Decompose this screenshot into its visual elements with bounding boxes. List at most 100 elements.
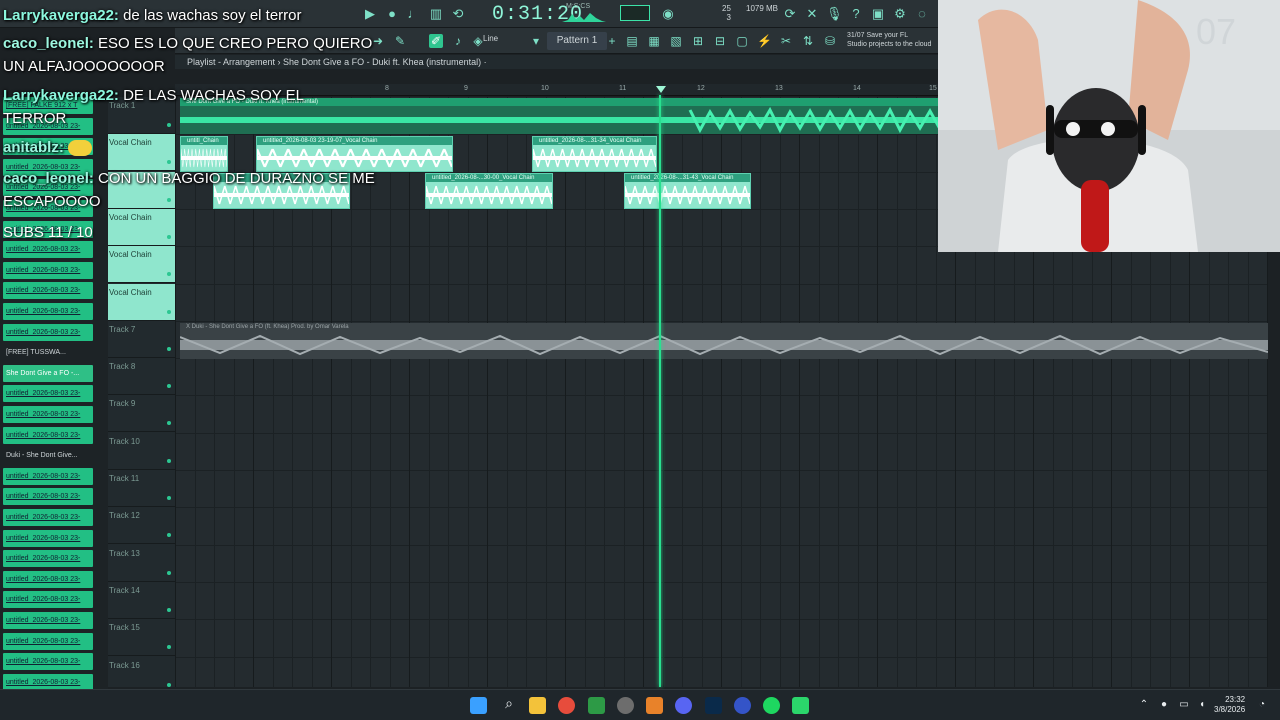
- browser-item[interactable]: untitled_2026-08-03 23-: [3, 529, 93, 547]
- refresh-icon[interactable]: ⟳: [782, 6, 798, 22]
- close-icon[interactable]: ✕: [804, 6, 820, 22]
- track-header[interactable]: Track 13: [108, 545, 175, 582]
- plugin-icon[interactable]: ⚙: [892, 6, 908, 22]
- browser-item[interactable]: untitled_2026-08-03 23-: [3, 632, 93, 650]
- bell-icon[interactable]: ♪: [451, 34, 465, 48]
- add-icon[interactable]: +: [605, 34, 619, 48]
- obs-icon[interactable]: [617, 697, 634, 714]
- help-icon[interactable]: ?: [848, 6, 864, 22]
- browser-item[interactable]: untitled_2026-08-03 23-: [3, 426, 93, 444]
- track-indicator-icon[interactable]: [167, 570, 171, 575]
- browser-item[interactable]: untitled_2026-08-03 23-: [3, 509, 93, 526]
- browser-item[interactable]: Duki - She Dont Give...: [3, 447, 93, 464]
- record-icon[interactable]: ●: [384, 6, 400, 22]
- track-header[interactable]: Track 16: [108, 657, 175, 694]
- track-indicator-icon[interactable]: [167, 458, 171, 463]
- track-indicator-icon[interactable]: [167, 645, 171, 650]
- minecraft-icon[interactable]: [588, 697, 605, 714]
- arrange-icon[interactable]: ⇅: [801, 34, 815, 48]
- file-explorer-icon[interactable]: [529, 697, 546, 714]
- track-indicator-icon[interactable]: [167, 384, 171, 389]
- track-header[interactable]: Vocal Chain: [108, 208, 175, 246]
- track-header[interactable]: Vocal Chain: [108, 246, 175, 284]
- track-header[interactable]: Track 7: [108, 321, 175, 358]
- track-indicator-icon[interactable]: [167, 682, 171, 687]
- track-indicator-icon[interactable]: [167, 496, 171, 500]
- browser-item[interactable]: untitled_2026-08-03 23-: [3, 406, 93, 423]
- chevron-up-icon[interactable]: ⌃: [1138, 699, 1150, 711]
- track-indicator-icon[interactable]: [167, 272, 171, 277]
- discord-icon[interactable]: [675, 697, 692, 714]
- track-header[interactable]: Track 9: [108, 395, 175, 433]
- volume-icon[interactable]: ◖: [1196, 699, 1208, 711]
- cart-icon[interactable]: ⛁: [823, 34, 837, 48]
- browser-item[interactable]: untitled_2026-08-03 23-: [3, 488, 93, 506]
- vocal-clip[interactable]: untitled_2026-08-...31-43_Vocal Chain: [624, 173, 751, 209]
- mixer-icon[interactable]: ▥: [428, 6, 444, 22]
- play-icon[interactable]: ▶: [362, 6, 378, 22]
- v-app-icon[interactable]: [734, 697, 751, 714]
- tools-icon[interactable]: ✂: [779, 34, 793, 48]
- kick-icon[interactable]: [792, 697, 809, 714]
- track-indicator-icon[interactable]: [167, 309, 171, 314]
- track-header[interactable]: Track 10: [108, 433, 175, 470]
- reference-clip[interactable]: X Duki - She Dont Give a FO (ft. Khea) P…: [180, 323, 1268, 359]
- browser-item[interactable]: untitled_2026-08-03 23-: [3, 591, 93, 609]
- browser-item[interactable]: untitled_2026-08-03 23-: [3, 550, 93, 568]
- browser-item[interactable]: untitled_2026-08-03 23-: [3, 612, 93, 629]
- browser-item[interactable]: untitled_2026-08-03 23-: [3, 303, 93, 320]
- snap-select[interactable]: Line: [483, 34, 498, 43]
- channel-rack-icon[interactable]: ▦: [647, 34, 661, 48]
- browser-item[interactable]: untitled_2026-08-03 23-: [3, 385, 93, 403]
- browser-item[interactable]: untitled_2026-08-03 23-: [3, 323, 93, 341]
- paint-icon[interactable]: ✐: [429, 34, 443, 48]
- chevron-down-icon[interactable]: ▾: [529, 34, 543, 48]
- browser-item[interactable]: untitled_2026-08-03 23-: [3, 653, 93, 671]
- browser-item[interactable]: untitled_2026-08-03 23-: [3, 261, 93, 279]
- mixer2-icon[interactable]: ⊞: [691, 34, 705, 48]
- save-icon[interactable]: ▣: [870, 6, 886, 22]
- track-header[interactable]: Track 8: [108, 358, 175, 396]
- mic-icon[interactable]: 🎙: [826, 6, 843, 22]
- save-hint[interactable]: 31/07 Save your FL Studio projects to th…: [847, 31, 931, 49]
- playlist-icon[interactable]: ▤: [625, 34, 639, 48]
- windows-start-icon[interactable]: [470, 697, 487, 714]
- metronome-icon[interactable]: ♩: [406, 6, 422, 22]
- track-header[interactable]: Track 15: [108, 619, 175, 657]
- track-header[interactable]: Track 14: [108, 582, 175, 619]
- system-clock[interactable]: 23:32 3/8/2026: [1214, 695, 1245, 715]
- track-indicator-icon[interactable]: [167, 421, 171, 426]
- mic-tray-icon[interactable]: ●: [1158, 699, 1170, 711]
- search-icon[interactable]: ⌕: [502, 696, 516, 711]
- track-header[interactable]: Track 11: [108, 470, 175, 507]
- track-header[interactable]: Track 12: [108, 507, 175, 545]
- vocal-clip[interactable]: untitled_2026-08-...31-34_Vocal Chain: [532, 136, 657, 172]
- tempo-icon[interactable]: ◉: [660, 6, 676, 22]
- clipboard-icon[interactable]: ▢: [735, 34, 749, 48]
- track-indicator-icon[interactable]: [167, 234, 171, 239]
- chrome-icon[interactable]: [558, 697, 575, 714]
- network-icon[interactable]: ▭: [1178, 699, 1190, 711]
- track-indicator-icon[interactable]: [167, 533, 171, 538]
- track-indicator-icon[interactable]: [167, 160, 171, 165]
- plug-icon[interactable]: ⚡: [757, 34, 772, 48]
- fl-studio-icon[interactable]: [646, 697, 663, 714]
- spotify-icon[interactable]: [763, 697, 780, 714]
- browser-item[interactable]: untitled_2026-08-03 23-: [3, 282, 93, 300]
- playhead-marker[interactable]: [656, 86, 666, 93]
- playhead[interactable]: [659, 95, 661, 687]
- notification-icon[interactable]: ◔: [1256, 699, 1268, 711]
- track-header[interactable]: Vocal Chain: [108, 283, 175, 321]
- browser-item[interactable]: untitled_2026-08-03 23-: [3, 467, 93, 485]
- track-indicator-icon[interactable]: [167, 607, 171, 612]
- browser-item[interactable]: untitled_2026-08-03 23-: [3, 241, 93, 259]
- browser-item[interactable]: She Dont Give a FO -...: [3, 364, 93, 382]
- photoshop-icon[interactable]: [705, 697, 722, 714]
- chat-icon[interactable]: ◌: [914, 6, 930, 22]
- track-indicator-icon[interactable]: [167, 346, 171, 351]
- piano-roll-icon[interactable]: ▧: [669, 34, 683, 48]
- vocal-clip[interactable]: untitled_2026-08-...30-00_Vocal Chain: [425, 173, 553, 209]
- loop-icon[interactable]: ⟲: [450, 6, 466, 22]
- pattern-selector[interactable]: Pattern 1: [547, 32, 607, 50]
- browser-item[interactable]: [FREE] TUSSWA...: [3, 344, 93, 361]
